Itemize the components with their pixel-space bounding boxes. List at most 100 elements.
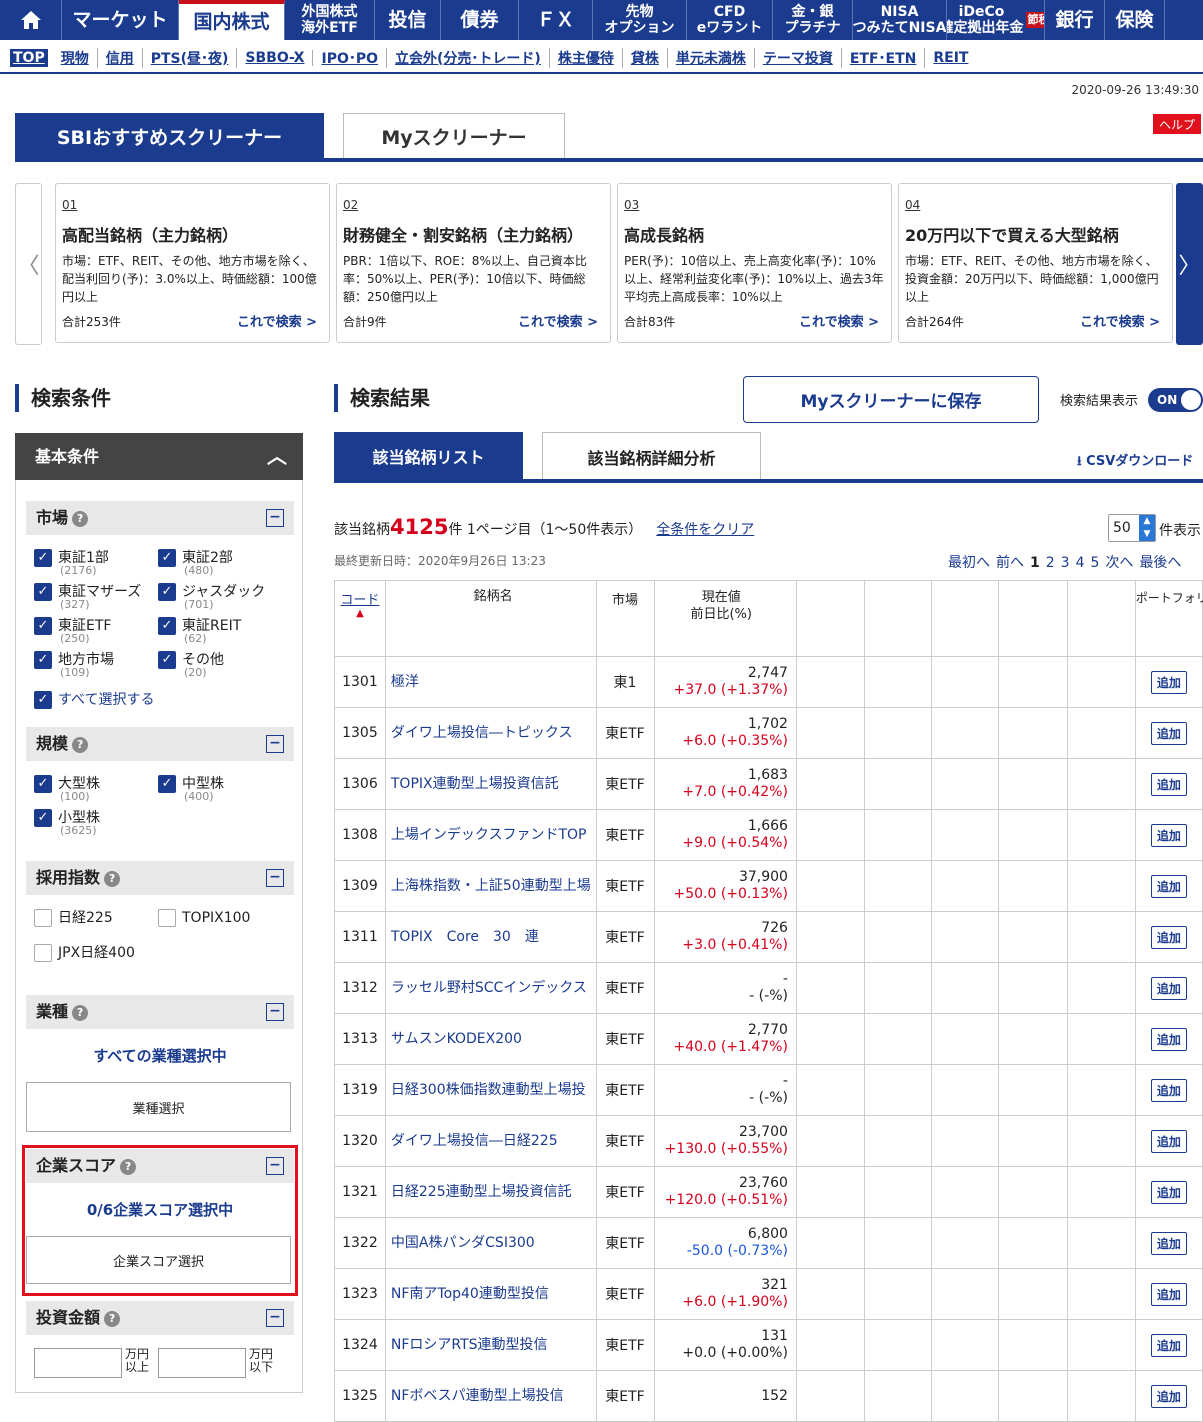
clear-all-link[interactable]: 全条件をクリア: [656, 522, 754, 538]
collapse-invest-button[interactable]: −: [266, 1309, 284, 1327]
checkbox-item[interactable]: ✓ 東証2部 (480): [158, 549, 233, 577]
row-name[interactable]: 日経225連動型上場投資信託: [384, 1166, 597, 1218]
pager-link[interactable]: 前へ: [996, 555, 1024, 571]
row-name[interactable]: 中国A株パンダCSI300: [384, 1217, 597, 1269]
nav-item[interactable]: iDeCo確定拠出年金節税: [947, 0, 1045, 40]
pager-link[interactable]: 3: [1061, 555, 1070, 571]
subnav-link[interactable]: 立会外(分売･トレード): [387, 48, 550, 68]
invest-max-input[interactable]: [158, 1348, 246, 1378]
checkbox-item[interactable]: ✓ 東証1部 (2176): [34, 549, 109, 577]
nav-item[interactable]: 銀行: [1045, 0, 1105, 40]
checkbox-item[interactable]: ✓ ジャスダック (701): [158, 583, 265, 611]
add-to-portfolio-button[interactable]: 追加: [1150, 1027, 1187, 1051]
card-num[interactable]: 01: [62, 198, 323, 212]
row-name[interactable]: TOPIX Core 30 連: [384, 911, 597, 963]
card-num[interactable]: 03: [624, 198, 885, 212]
nav-item[interactable]: 先物 オプション: [593, 0, 687, 40]
row-name[interactable]: ダイワ上場投信―日経225: [384, 1115, 597, 1167]
subnav-link[interactable]: PTS(昼･夜): [143, 48, 238, 68]
subnav-link[interactable]: ETF･ETN: [842, 48, 926, 68]
help-icon[interactable]: ?: [72, 510, 89, 527]
screener-card[interactable]: 01 高配当銘柄（主力銘柄） 市場：ETF、REIT、その他、地方市場を除く、配当利…: [55, 183, 330, 343]
checkbox-item[interactable]: ✓ 地方市場 (109): [34, 651, 114, 679]
checkbox-item[interactable]: JPX日経400: [34, 944, 135, 962]
collapse-scale-button[interactable]: −: [266, 735, 284, 753]
select-all-markets[interactable]: ✓ すべて選択する: [34, 691, 154, 709]
nav-item[interactable]: CFD eワラント: [687, 0, 773, 40]
pager-link[interactable]: 4: [1076, 555, 1085, 571]
screener-card[interactable]: 02 財務健全・割安銘柄（主力銘柄） PBR：1倍以下、ROE：8%以上、自己資本比…: [336, 183, 611, 343]
add-to-portfolio-button[interactable]: 追加: [1150, 976, 1187, 1000]
score-select-button[interactable]: 企業スコア選択: [26, 1236, 291, 1284]
collapse-industry-button[interactable]: −: [266, 1003, 284, 1021]
row-name[interactable]: TOPIX連動型上場投資信託: [384, 758, 597, 810]
card-go[interactable]: これで検索 >: [799, 311, 879, 330]
screener-card[interactable]: 03 高成長銘柄 PER(予)：10倍以上、売上高変化率(予)：10%以上、経常利益…: [617, 183, 892, 343]
row-name[interactable]: 上場インデックスファンドTOP: [384, 809, 597, 861]
checkbox-item[interactable]: ✓ 小型株 (3625): [34, 809, 100, 837]
subnav-link[interactable]: 株主優待: [550, 48, 623, 68]
nav-item[interactable]: 保険: [1105, 0, 1165, 40]
subnav-link[interactable]: テーマ投資: [755, 48, 842, 68]
csv-download-link[interactable]: ⭳ CSVダウンロード: [1077, 450, 1193, 474]
checkbox-item[interactable]: ✓ 東証REIT (62): [158, 617, 241, 645]
add-to-portfolio-button[interactable]: 追加: [1150, 925, 1187, 949]
home-button[interactable]: [0, 0, 62, 40]
checkbox-item[interactable]: ✓ 大型株 (100): [34, 775, 100, 803]
add-to-portfolio-button[interactable]: 追加: [1150, 1129, 1187, 1153]
collapse-score-button[interactable]: −: [266, 1157, 284, 1175]
tab-result-detail[interactable]: 該当銘柄詳細分析: [542, 432, 761, 480]
checkbox-item[interactable]: ✓ 中型株 (400): [158, 775, 224, 803]
collapse-market-button[interactable]: −: [266, 509, 284, 527]
add-to-portfolio-button[interactable]: 追加: [1150, 772, 1187, 796]
row-name[interactable]: NFボベスパ連動型上場投信: [384, 1370, 597, 1422]
add-to-portfolio-button[interactable]: 追加: [1150, 1231, 1187, 1255]
pager-link[interactable]: 2: [1046, 555, 1055, 571]
subnav-link[interactable]: IPO･PO: [313, 48, 388, 68]
nav-item[interactable]: 外国株式 海外ETF: [285, 0, 375, 40]
row-name[interactable]: 日経300株価指数連動型上場投: [384, 1064, 597, 1116]
invest-min-input[interactable]: [34, 1348, 122, 1378]
checkbox-item[interactable]: TOPIX100: [158, 909, 250, 927]
checkbox-item[interactable]: ✓ 東証ETF (250): [34, 617, 111, 645]
nav-item[interactable]: マーケット: [62, 0, 179, 40]
subnav-link[interactable]: TOP: [10, 49, 48, 67]
checkbox-item[interactable]: ✓ その他 (20): [158, 651, 224, 679]
nav-item[interactable]: 債券: [441, 0, 519, 40]
row-name[interactable]: ダイワ上場投信―トピックス: [384, 707, 597, 759]
add-to-portfolio-button[interactable]: 追加: [1150, 1333, 1187, 1357]
subnav-link[interactable]: SBBO-X: [237, 50, 314, 66]
save-my-screener-button[interactable]: Myスクリーナーに保存: [743, 376, 1039, 423]
pager-link[interactable]: 5: [1091, 555, 1100, 571]
subnav-link[interactable]: 貸株: [623, 48, 668, 68]
row-name[interactable]: 極洋: [384, 656, 597, 708]
subnav-link[interactable]: 信用: [98, 48, 143, 68]
add-to-portfolio-button[interactable]: 追加: [1150, 670, 1187, 694]
add-to-portfolio-button[interactable]: 追加: [1150, 721, 1187, 745]
add-to-portfolio-button[interactable]: 追加: [1150, 1180, 1187, 1204]
subnav-link[interactable]: 単元未満株: [668, 48, 755, 68]
row-name[interactable]: 上海株指数・上証50連動型上場: [384, 860, 597, 912]
add-to-portfolio-button[interactable]: 追加: [1150, 823, 1187, 847]
per-page-select[interactable]: 50 ▲ ▼: [1108, 514, 1156, 542]
code-header[interactable]: コード: [340, 593, 379, 608]
add-to-portfolio-button[interactable]: 追加: [1150, 1384, 1187, 1408]
add-to-portfolio-button[interactable]: 追加: [1150, 1282, 1187, 1306]
nav-item[interactable]: 投信: [375, 0, 441, 40]
collapse-index-button[interactable]: −: [266, 869, 284, 887]
add-to-portfolio-button[interactable]: 追加: [1150, 874, 1187, 898]
carousel-prev-button[interactable]: 〈: [15, 183, 42, 345]
help-icon[interactable]: ?: [104, 1310, 121, 1327]
pager-link[interactable]: 最初へ: [948, 555, 990, 571]
screener-card[interactable]: 04 20万円以下で買える大型銘柄 市場：ETF、REIT、その他、地方市場を除く、…: [898, 183, 1173, 343]
carousel-next-button[interactable]: 〉: [1176, 183, 1203, 345]
card-go[interactable]: これで検索 >: [237, 311, 317, 330]
row-name[interactable]: NF南アTop40連動型投信: [384, 1268, 597, 1320]
row-name[interactable]: ラッセル野村SCCインデックス: [384, 962, 597, 1014]
help-button[interactable]: ヘルプ: [1153, 114, 1201, 134]
nav-item[interactable]: ＦＸ: [519, 0, 593, 40]
pager-link[interactable]: 最後へ: [1139, 555, 1181, 571]
basic-conditions-header[interactable]: 基本条件 ︿: [15, 433, 303, 480]
card-go[interactable]: これで検索 >: [518, 311, 598, 330]
help-icon[interactable]: ?: [72, 736, 89, 753]
